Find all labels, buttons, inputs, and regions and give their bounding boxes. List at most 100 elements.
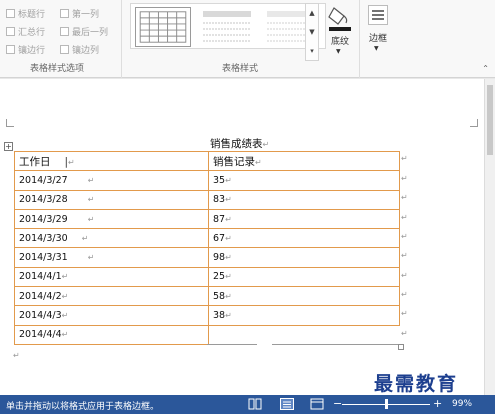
banded-rows-checkbox[interactable]: 镶边行: [6, 42, 45, 56]
cell-value: 35: [213, 174, 226, 186]
scrollbar-thumb[interactable]: [487, 85, 493, 155]
status-bar: 单击并拖动以将格式应用于表格边框。 − + 99%: [0, 395, 495, 414]
table-header-cell[interactable]: 工作日 |↵: [14, 150, 209, 172]
table-cell[interactable]: 2014/3/29 ↵: [14, 208, 209, 230]
table-header-row: 工作日 |↵ 销售记录↵: [14, 150, 400, 172]
vertical-scrollbar[interactable]: [484, 79, 495, 395]
shading-button[interactable]: 底纹 ▼: [325, 4, 355, 60]
cell-date: 2014/4/2: [19, 290, 62, 302]
table-style-thumbnail[interactable]: [135, 7, 191, 47]
margin-corner-mark: [6, 119, 14, 127]
ribbon: 标题行 第一列 汇总行 最后一列 镶边行 镶边列 表格样式选项 表格样式 ▲ ▼…: [0, 0, 495, 78]
row-end-mark: ↵: [401, 193, 408, 202]
checkbox-box[interactable]: [60, 8, 69, 18]
banded-columns-checkbox[interactable]: 镶边列: [60, 42, 99, 56]
table-cell[interactable]: 2014/4/3↵: [14, 305, 209, 326]
border-draw-preview: [272, 344, 398, 345]
borders-button[interactable]: 边框 ▼: [362, 3, 394, 59]
row-end-mark: ↵: [401, 213, 408, 222]
checkbox-box[interactable]: [6, 26, 15, 36]
cell-end-mark: ↵: [87, 253, 95, 263]
sales-table[interactable]: 工作日 |↵ 销售记录↵ 2014/3/27 ↵ 35↵ 2014/3/28 ↵ 83…: [14, 150, 400, 345]
row-end-mark: ↵: [401, 309, 408, 318]
table-cell[interactable]: 58↵: [208, 286, 400, 307]
table-cell[interactable]: 87↵: [208, 208, 400, 230]
cell-date: 2014/3/28: [19, 194, 68, 206]
margin-corner-mark: [470, 119, 478, 127]
read-mode-icon[interactable]: [248, 398, 262, 410]
table-row: 2014/3/30 ↵ 67↵: [14, 228, 400, 249]
gallery-scroller: ▲ ▼ ▾: [305, 3, 319, 61]
border-draw-preview: [207, 344, 257, 345]
row-end-mark: ↵: [401, 329, 408, 338]
table-cell[interactable]: 38↵: [208, 305, 400, 326]
zoom-slider-thumb[interactable]: [385, 399, 388, 409]
first-column-checkbox[interactable]: 第一列: [60, 6, 99, 20]
last-column-checkbox[interactable]: 最后一列: [60, 24, 108, 38]
table-styles-group-label: 表格样式: [222, 64, 259, 74]
gallery-up-icon[interactable]: ▲: [306, 4, 318, 23]
cell-end-mark: ↵: [225, 214, 232, 224]
cell-end-mark: ↵: [225, 175, 232, 185]
chevron-down-icon: ▼: [374, 45, 379, 52]
cell-end-mark: ↵: [87, 175, 95, 185]
checkbox-box[interactable]: [60, 26, 69, 36]
total-row-checkbox[interactable]: 汇总行: [6, 24, 45, 38]
table-cell[interactable]: [208, 324, 400, 345]
web-layout-icon[interactable]: [310, 398, 324, 410]
paragraph-mark: ↵: [262, 140, 270, 149]
row-end-mark: ↵: [401, 290, 408, 299]
zoom-percentage[interactable]: 99%: [452, 399, 472, 409]
cell-value: 25: [213, 271, 226, 283]
table-cell[interactable]: 2014/3/27 ↵: [14, 170, 209, 191]
borders-icon: [368, 5, 388, 25]
paragraph-mark: ↵: [13, 351, 20, 360]
zoom-in-icon[interactable]: +: [433, 397, 442, 410]
table-move-handle-icon[interactable]: +: [4, 142, 13, 151]
table-cell[interactable]: 2014/4/2↵: [14, 286, 209, 307]
table-row: 2014/4/4↵: [14, 324, 400, 345]
table-cell[interactable]: 98↵: [208, 247, 400, 268]
table-row: 2014/3/29 ↵ 87↵: [14, 208, 400, 230]
cell-date: 2014/3/30: [19, 232, 68, 244]
gallery-down-icon[interactable]: ▼: [306, 23, 318, 42]
table-cell[interactable]: 2014/3/30 ↵: [14, 228, 209, 249]
cell-end-mark: ↵: [225, 233, 232, 243]
row-end-mark: ↵: [401, 232, 408, 241]
borders-label: 边框: [368, 34, 387, 44]
table-cell[interactable]: 2014/4/1↵: [14, 266, 209, 288]
checkbox-box[interactable]: [6, 8, 15, 18]
table-style-thumbnail[interactable]: [199, 7, 255, 47]
table-header-cell[interactable]: 销售记录↵: [208, 150, 400, 172]
table-row: 2014/3/31 ↵ 98↵: [14, 247, 400, 268]
collapse-ribbon-icon[interactable]: ⌃: [482, 64, 489, 73]
header-workday: 工作日: [19, 155, 51, 168]
table-cell[interactable]: 25↵: [208, 266, 400, 288]
watermark-logo: 最需教育: [374, 373, 459, 395]
cell-value: 98: [213, 252, 226, 264]
cell-end-mark: ↵: [225, 272, 232, 282]
table-cell[interactable]: 2014/4/4↵: [14, 324, 209, 345]
checkbox-box[interactable]: [6, 44, 15, 54]
checkbox-box[interactable]: [60, 44, 69, 54]
document-page[interactable]: 销售成绩表↵ + 工作日 |↵ 销售记录↵ 2014/3/27 ↵ 35↵ 2014…: [0, 79, 484, 395]
cell-end-mark: ↵: [81, 233, 89, 243]
cell-end-mark: ↵: [225, 311, 232, 321]
table-cell[interactable]: 35↵: [208, 170, 400, 191]
header-row-checkbox[interactable]: 标题行: [6, 6, 45, 20]
banded-rows-label: 镶边行: [18, 45, 46, 56]
shading-label: 底纹: [330, 37, 349, 47]
document-title-text: 销售成绩表: [210, 138, 263, 150]
print-layout-icon[interactable]: [280, 398, 294, 410]
table-cell[interactable]: 2014/3/31 ↵: [14, 247, 209, 268]
table-cell[interactable]: 83↵: [208, 189, 400, 210]
table-resize-handle-icon[interactable]: [398, 344, 404, 350]
gallery-more-icon[interactable]: ▾: [306, 42, 318, 61]
table-cell[interactable]: 67↵: [208, 228, 400, 249]
row-end-mark: ↵: [401, 154, 408, 163]
zoom-out-icon[interactable]: −: [333, 397, 342, 410]
cell-value: 87: [213, 213, 226, 225]
cell-value: 83: [213, 194, 226, 206]
table-cell[interactable]: 2014/3/28 ↵: [14, 189, 209, 210]
banded-columns-label: 镶边列: [72, 45, 100, 56]
